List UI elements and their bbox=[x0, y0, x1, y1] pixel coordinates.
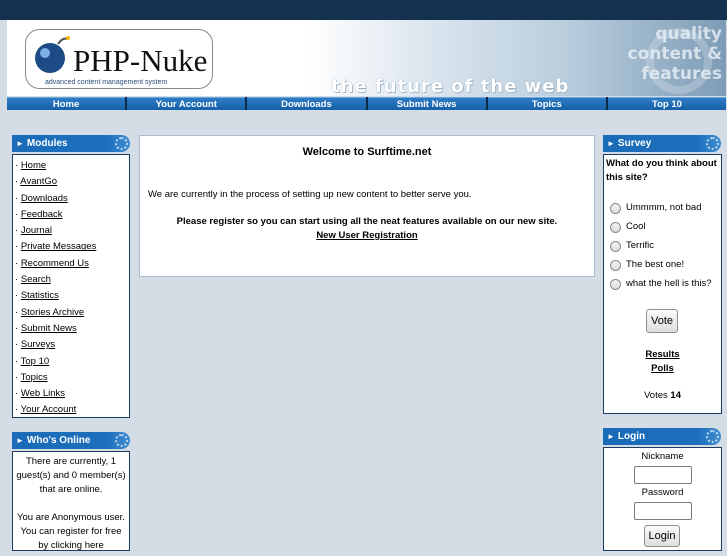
logo-text: PHP-Nuke bbox=[73, 43, 207, 78]
site-header: PHP-Nuke advanced content management sys… bbox=[7, 20, 726, 96]
radio-button[interactable] bbox=[610, 259, 621, 271]
main-nav: Home Your Account Downloads Submit News … bbox=[7, 97, 727, 110]
welcome-title: Welcome to Surftime.net bbox=[302, 146, 432, 158]
login-box: Nickname Password Login bbox=[603, 447, 722, 551]
survey-option[interactable]: Ummmm, not bad bbox=[610, 202, 702, 214]
list-item: · Stories Archive bbox=[15, 306, 85, 318]
module-link[interactable]: Topics bbox=[21, 372, 48, 383]
arrow-icon: ► bbox=[607, 432, 615, 441]
module-link[interactable]: Home bbox=[21, 160, 46, 171]
list-item: · Surveys bbox=[15, 339, 56, 351]
php-nuke-logo[interactable]: PHP-Nuke advanced content management sys… bbox=[25, 29, 213, 89]
module-link[interactable]: Private Messages bbox=[21, 241, 97, 252]
list-item: · Web Links bbox=[15, 388, 65, 400]
deco-icon bbox=[706, 430, 719, 443]
module-link[interactable]: Downloads bbox=[21, 193, 68, 204]
password-label: Password bbox=[641, 487, 684, 498]
login-title: ► Login bbox=[603, 428, 721, 445]
nav-topics[interactable]: Topics bbox=[487, 97, 606, 110]
list-item: · Your Account bbox=[15, 404, 77, 416]
module-link[interactable]: Journal bbox=[21, 225, 52, 236]
modules-title: ► Modules bbox=[12, 135, 130, 152]
nav-top-10[interactable]: Top 10 bbox=[607, 97, 727, 110]
list-item: · AvantGo bbox=[15, 176, 58, 188]
results-link[interactable]: Results bbox=[604, 349, 721, 360]
password-input[interactable] bbox=[634, 502, 692, 520]
deco-icon bbox=[706, 137, 719, 150]
list-item: · Submit News bbox=[15, 322, 77, 334]
list-item: · Downloads bbox=[15, 192, 68, 204]
module-link[interactable]: Top 10 bbox=[21, 356, 50, 367]
survey-option[interactable]: Cool bbox=[610, 221, 646, 233]
whos-online-title: ► Who's Online bbox=[12, 432, 130, 449]
votes-display: Votes 14 bbox=[644, 390, 681, 401]
module-link[interactable]: Surveys bbox=[21, 339, 55, 350]
deco-icon bbox=[115, 434, 128, 447]
top-band bbox=[0, 0, 727, 20]
whos-online-text: There are currently, 1 guest(s) and 0 me… bbox=[13, 452, 129, 556]
welcome-panel: Welcome to Surftime.net We are currently… bbox=[139, 135, 595, 277]
radio-button[interactable] bbox=[610, 221, 621, 233]
module-link[interactable]: Your Account bbox=[21, 404, 77, 415]
radio-button[interactable] bbox=[610, 202, 621, 214]
register-text: Please register so you can start using a… bbox=[176, 216, 558, 227]
logo-subtitle: advanced content management system bbox=[45, 79, 167, 86]
nav-downloads[interactable]: Downloads bbox=[247, 97, 366, 110]
modules-list: · Home · AvantGo · Downloads · Feedback … bbox=[13, 155, 129, 419]
register-hint-text[interactable]: You are Anonymous user. You can register… bbox=[15, 511, 127, 553]
list-item: · Statistics bbox=[15, 290, 59, 302]
new-user-registration-link[interactable]: New User Registration bbox=[140, 230, 594, 241]
list-item: · Journal bbox=[15, 225, 52, 237]
tagline: the future of the web bbox=[331, 76, 570, 96]
survey-title: ► Survey bbox=[603, 135, 721, 152]
nickname-label: Nickname bbox=[641, 451, 684, 462]
module-link[interactable]: Stories Archive bbox=[21, 307, 84, 318]
list-item: · Home bbox=[15, 160, 47, 171]
module-link[interactable]: Recommend Us bbox=[21, 258, 89, 269]
list-item: · Feedback bbox=[15, 208, 63, 220]
modules-box: · Home · AvantGo · Downloads · Feedback … bbox=[12, 154, 130, 418]
list-item: · Search bbox=[15, 274, 51, 286]
votes-count: 14 bbox=[670, 390, 681, 401]
quality-text: quality content & features bbox=[627, 24, 723, 84]
login-button[interactable]: Login bbox=[644, 525, 680, 547]
survey-question: What do you think about this site? bbox=[606, 158, 717, 183]
survey-option[interactable]: what the hell is this? bbox=[610, 278, 712, 290]
vote-button[interactable]: Vote bbox=[646, 309, 678, 333]
intro-text: We are currently in the process of setti… bbox=[148, 189, 472, 200]
list-item: · Top 10 bbox=[15, 355, 50, 367]
arrow-icon: ► bbox=[16, 436, 24, 445]
list-item: · Recommend Us bbox=[15, 257, 89, 269]
nav-your-account[interactable]: Your Account bbox=[127, 97, 246, 110]
online-count-text: There are currently, 1 guest(s) and 0 me… bbox=[16, 456, 126, 495]
module-link[interactable]: Feedback bbox=[21, 209, 63, 220]
module-link[interactable]: AvantGo bbox=[20, 176, 57, 187]
radio-button[interactable] bbox=[610, 278, 621, 290]
module-link[interactable]: Search bbox=[21, 274, 51, 285]
deco-icon bbox=[115, 137, 128, 150]
list-item: · Topics bbox=[15, 371, 48, 383]
nav-submit-news[interactable]: Submit News bbox=[367, 97, 486, 110]
arrow-icon: ► bbox=[607, 139, 615, 148]
arrow-icon: ► bbox=[16, 139, 24, 148]
radio-button[interactable] bbox=[610, 240, 621, 252]
module-link[interactable]: Submit News bbox=[21, 323, 77, 334]
nickname-input[interactable] bbox=[634, 466, 692, 484]
survey-option[interactable]: Terrific bbox=[610, 240, 654, 252]
survey-option[interactable]: The best one! bbox=[610, 259, 684, 271]
nav-home[interactable]: Home bbox=[7, 97, 126, 110]
list-item: · Private Messages bbox=[15, 241, 97, 253]
module-link[interactable]: Web Links bbox=[21, 388, 65, 399]
survey-box: What do you think about this site? Ummmm… bbox=[603, 154, 722, 414]
whos-online-box: There are currently, 1 guest(s) and 0 me… bbox=[12, 451, 130, 551]
polls-link[interactable]: Polls bbox=[604, 363, 721, 374]
module-link[interactable]: Statistics bbox=[21, 290, 59, 301]
